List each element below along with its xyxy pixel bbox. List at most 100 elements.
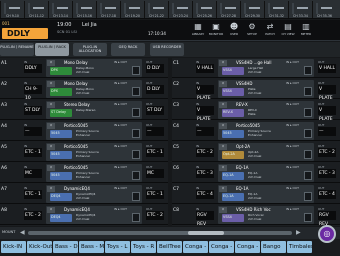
plugin-slot[interactable]: A3 IN ST DLY ⏻ Stereo Delay IN ▸ OUT ST Delay D… — [0, 100, 168, 120]
mini-channel-strip[interactable]: CH 19-20 — [120, 1, 144, 18]
output-channel[interactable]: ETC - 1 — [146, 148, 164, 157]
input-channel[interactable]: ETC - 4 — [196, 190, 214, 199]
plugin-slot[interactable]: A2 IN CH 9-10 ⏻ Mono Delay IN ▸ OUT DPX Delay-M… — [0, 79, 168, 101]
plugin-slot[interactable]: A8 IN ETC - 2 ⏻ DynamicEQ4 IN ▸ OUT DEQ4 Dynami… — [0, 205, 168, 225]
library-icon[interactable]: ▦ LIBRARY — [190, 22, 206, 39]
monitor-icon[interactable]: ▣ MONITOR — [208, 22, 224, 39]
output-channel[interactable]: ETC - 2 — [318, 148, 336, 157]
channel-name-tag[interactable]: Kick-IN — [1, 241, 26, 253]
plugin-slot[interactable]: A7 IN ETC - 1 ⏻ DynamicEQ4 IN ▸ OUT DEQ4 Dynami… — [0, 184, 168, 204]
input-channel[interactable]: ETC - 1 — [24, 190, 42, 199]
mini-channel-strip[interactable]: CH 21-22 — [144, 1, 168, 18]
edit-button[interactable] — [132, 171, 140, 180]
scrollbar-thumb[interactable] — [188, 231, 224, 235]
channel-name-tag[interactable]: Conga - M — [235, 241, 260, 253]
plugin-card[interactable]: ⏻ VSS4HD Rich Voc IN ▸ OUT VSS4 Rich Vocal 2… — [218, 206, 314, 224]
plugin-card[interactable]: ⏻ DynamicEQ4 IN ▸ OUT DEQ4 DynamicEQ4 2ch Du… — [46, 206, 142, 224]
power-icon[interactable]: ⏻ — [219, 144, 227, 150]
output-channel[interactable]: ST DLY — [146, 106, 164, 115]
power-icon[interactable]: ⏻ — [219, 186, 227, 192]
input-channel[interactable]: — — [196, 127, 214, 136]
power-icon[interactable]: ⏻ — [219, 60, 227, 66]
plugin-slot[interactable]: C2 IN V PLATE ⏻ VSS4HD IN ▸ OUT VSS4 Plate 2ch … — [172, 79, 340, 101]
mini-channel-strip[interactable]: CH 13-14 — [48, 1, 72, 18]
channel-name-tag[interactable]: Bass - Mic — [79, 241, 104, 253]
mini-channel-strip[interactable]: CH 33-34 — [288, 1, 312, 18]
edit-button[interactable] — [304, 129, 312, 138]
output-channel[interactable]: ETC - 4 — [318, 190, 336, 199]
selected-channel-button[interactable]: ◎ — [318, 225, 336, 243]
plugin-card[interactable]: ⏻ Opt-2A IN ▸ OUT Opt-2A Opt-2A 2ch Dual — [218, 143, 314, 161]
channel-name-tag[interactable]: Toys - R — [131, 241, 156, 253]
plugin-slot[interactable]: A5 IN ETC - 1 ⏻ Portico5045 IN ▸ OUT 5045 Prima… — [0, 142, 168, 162]
rack-scrollbar[interactable] — [28, 231, 292, 235]
plugin-card[interactable]: ⏻ Portico5045 IN ▸ OUT 5045 Primary Source E… — [46, 143, 142, 161]
input-channel[interactable]: ETC - 1 — [24, 148, 42, 157]
plugin-slot[interactable]: A4 IN — ⏻ Portico5045 IN ▸ OUT 5045 Primary Sou… — [0, 121, 168, 141]
plugin-slot[interactable]: C7 IN ETC - 4 ⏻ EQ-1A IN ▸ OUT EQ-1A EQ-1A 2ch … — [172, 184, 340, 204]
edit-button[interactable] — [132, 213, 140, 222]
input-channel[interactable]: MC — [24, 169, 42, 178]
input-channel[interactable]: RGV REV — [196, 211, 214, 227]
edit-button[interactable] — [132, 192, 140, 201]
edit-button[interactable] — [304, 171, 312, 180]
edit-button[interactable] — [304, 87, 312, 96]
mini-channel-strip[interactable]: CH 31-32 — [264, 1, 288, 18]
plugin-card[interactable]: ⏻ Portico5045 IN ▸ OUT 5045 Primary Source E… — [46, 122, 142, 140]
tab-0[interactable]: PLUG-IN ⟩ RENAME — [0, 43, 34, 56]
input-channel[interactable]: V PLATE — [196, 85, 214, 101]
power-icon[interactable]: ⏻ — [47, 144, 55, 150]
plugin-slot[interactable]: A6 IN MC ⏻ Portico5045 IN ▸ OUT 5045 Primary So… — [0, 163, 168, 183]
setup-icon[interactable]: ⚙ SETUP — [244, 22, 260, 39]
mini-channel-strip[interactable]: CH 27-28 — [216, 1, 240, 18]
input-channel[interactable]: ST DLY — [24, 106, 42, 115]
input-channel[interactable]: ETC - 2 — [24, 211, 42, 220]
tab-2[interactable]: PLUG-IN ALLOCATION — [73, 43, 107, 56]
mini-channel-strip[interactable]: CH 11-12 — [24, 1, 48, 18]
edit-button[interactable] — [132, 108, 140, 117]
power-icon[interactable]: ⏻ — [219, 123, 227, 129]
power-icon[interactable]: ⏻ — [219, 81, 227, 87]
plugin-slot[interactable]: C6 IN ETC - 3 ⏻ EQ-1A IN ▸ OUT EQ-1A EQ-1A 2ch … — [172, 163, 340, 183]
output-channel[interactable]: D DLY — [146, 64, 164, 73]
channel-name-tag[interactable]: Bango — [261, 241, 286, 253]
channel-name-tag[interactable]: BellTree — [157, 241, 182, 253]
input-channel[interactable]: DDLY — [24, 64, 42, 73]
power-icon[interactable]: ⏻ — [47, 207, 55, 213]
plugin-card[interactable]: ⏻ DynamicEQ4 IN ▸ OUT DEQ4 DynamicEQ4 2ch Du… — [46, 185, 142, 203]
scene-name-display[interactable]: DDLY — [2, 28, 48, 39]
edit-button[interactable] — [132, 150, 140, 159]
plugin-card[interactable]: ⏻ EQ-1A IN ▸ OUT EQ-1A EQ-1A 2ch Dual — [218, 164, 314, 182]
output-channel[interactable]: V HALL — [318, 64, 336, 73]
input-channel[interactable]: — — [24, 127, 42, 136]
output-channel[interactable]: V PLATE — [318, 106, 336, 122]
output-channel[interactable]: MC — [146, 169, 164, 178]
mini-channel-strip[interactable]: CH 35-36 — [312, 1, 336, 18]
edit-button[interactable] — [132, 66, 140, 75]
patch-icon[interactable]: ⇄ PATCH — [262, 22, 278, 39]
input-channel[interactable]: ETC - 2 — [196, 148, 214, 157]
scroll-right-icon[interactable]: ▶ — [296, 229, 304, 237]
plugin-slot[interactable]: A1 IN DDLY ⏻ Mono Delay IN ▸ OUT DPX Delay-Mono… — [0, 58, 168, 78]
power-icon[interactable]: ⏻ — [47, 60, 55, 66]
user-icon[interactable]: ☻ USER — [226, 22, 242, 39]
edit-button[interactable] — [132, 87, 140, 96]
output-channel[interactable]: V PLATE — [318, 85, 336, 101]
plugin-card[interactable]: ⏻ Portico5045 IN ▸ OUT 5045 Primary Source E… — [218, 122, 314, 140]
input-channel[interactable]: V PLATE — [196, 106, 214, 122]
meter-icon[interactable]: ▥ METER — [298, 22, 314, 39]
plugin-slot[interactable]: C3 IN V PLATE ⏻ REV-X IN ▸ OUT REV-X REV-X Plat… — [172, 100, 340, 122]
edit-button[interactable] — [304, 192, 312, 201]
output-channel[interactable]: — — [146, 127, 164, 136]
mini-channel-strip[interactable]: CH 25-26 — [192, 1, 216, 18]
mini-channel-strip[interactable]: CH 29-30 — [240, 1, 264, 18]
plugin-card[interactable]: ⏻ Stereo Delay IN ▸ OUT ST Delay Delay-Stere… — [46, 101, 142, 119]
plugin-card[interactable]: ⏻ Mono Delay IN ▸ OUT DPX Delay-Mono 2ch Dua… — [46, 80, 142, 98]
scroll-left-icon[interactable]: ◀ — [20, 229, 28, 237]
tab-3[interactable]: GEQ RACK — [111, 43, 145, 56]
power-icon[interactable]: ⏻ — [47, 165, 55, 171]
power-icon[interactable]: ⏻ — [219, 165, 227, 171]
plugin-slot[interactable]: C5 IN ETC - 2 ⏻ Opt-2A IN ▸ OUT Opt-2A Opt-2A 2… — [172, 142, 340, 162]
input-channel[interactable]: ETC - 3 — [196, 169, 214, 178]
output-channel[interactable]: ETC - 1 — [146, 190, 164, 199]
